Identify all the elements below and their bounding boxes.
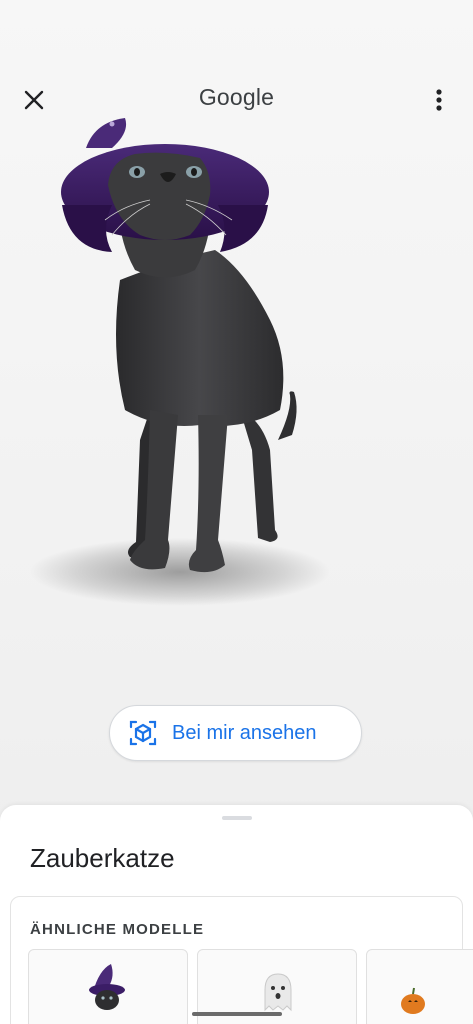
drag-handle[interactable] — [222, 816, 252, 820]
similar-models-heading: ÄHNLICHE MODELLE — [30, 921, 205, 938]
pumpkin-thumb-icon — [401, 987, 425, 1014]
ar-button-label: Bei mir ansehen — [172, 721, 317, 744]
3d-model-viewer[interactable] — [0, 110, 473, 710]
more-vert-icon — [436, 89, 442, 111]
system-navigation-bar[interactable] — [192, 1012, 282, 1016]
screen: Google Bei mir ansehen Zauberkatze ÄHNLI… — [0, 0, 473, 1024]
witch-cat-thumb-icon — [89, 964, 125, 1010]
model-title: Zauberkatze — [30, 843, 175, 873]
similar-model-pumpkin[interactable] — [366, 949, 473, 1024]
bottom-sheet[interactable]: Zauberkatze ÄHNLICHE MODELLE — [0, 805, 473, 1024]
app-title: Google — [198, 84, 275, 110]
similar-model-witch-cat[interactable] — [28, 949, 188, 1024]
view-in-ar-button[interactable]: Bei mir ansehen — [109, 705, 362, 761]
view-in-ar-icon — [128, 718, 158, 748]
witch-cat-model — [30, 118, 330, 606]
similar-models-card: ÄHNLICHE MODELLE — [10, 896, 473, 1024]
